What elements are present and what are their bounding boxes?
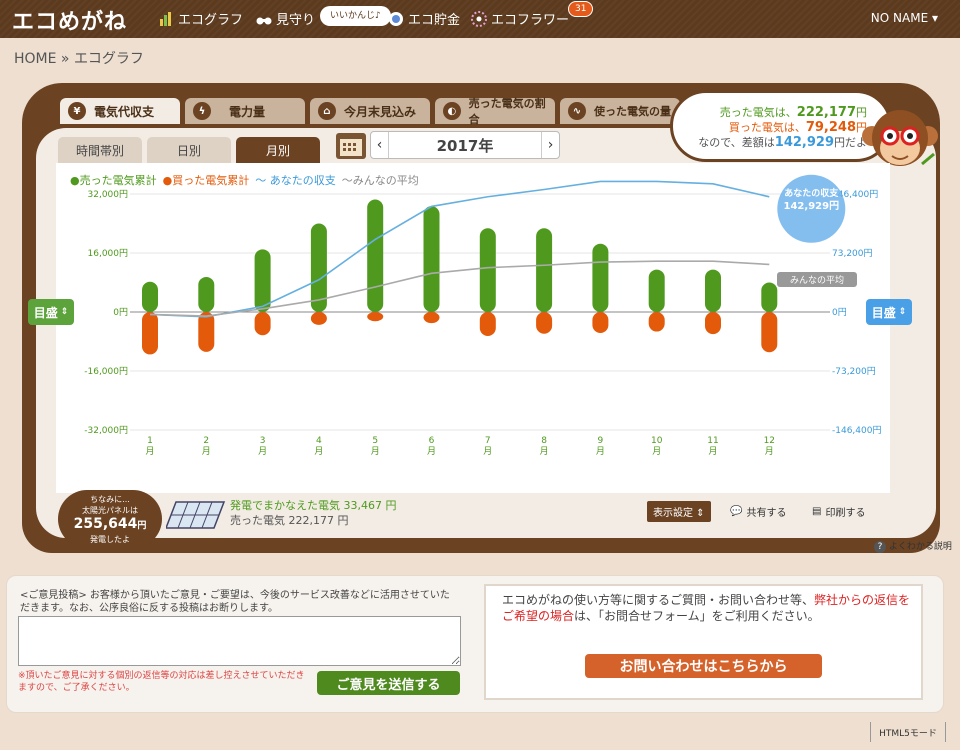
share-button[interactable]: 💬 共有する <box>730 500 786 522</box>
y-right-tick: -146,400円 <box>832 425 881 436</box>
solar-line2: 太陽光パネルは <box>82 506 138 515</box>
bar-bought <box>310 312 327 325</box>
bar-bought <box>423 312 440 324</box>
y-right-tick: 0円 <box>832 307 847 318</box>
print-icon: ▤ <box>812 505 822 517</box>
x-tick-unit: 月 <box>540 446 549 457</box>
x-tick-label: 6 <box>429 436 435 446</box>
x-tick-unit: 月 <box>427 446 436 457</box>
x-tick-label: 4 <box>316 436 322 446</box>
bar-sold <box>142 281 158 312</box>
bar-bought <box>536 312 553 334</box>
help-label: よくわかる説明 <box>888 542 952 552</box>
x-tick-unit: 月 <box>371 446 380 457</box>
x-tick-label: 9 <box>598 436 604 446</box>
bar-bought <box>198 312 215 352</box>
callout-yours-value: 142,929円 <box>784 200 840 212</box>
x-tick-label: 12 <box>764 436 775 446</box>
x-tick-label: 10 <box>651 436 663 446</box>
chat-icon: 💬 <box>730 505 743 517</box>
x-tick-unit: 月 <box>258 446 267 457</box>
x-tick-label: 1 <box>147 436 153 446</box>
feedback-textarea[interactable] <box>18 616 461 666</box>
bar-sold <box>198 276 215 312</box>
help-link[interactable]: ? よくわかる説明 <box>874 539 952 553</box>
x-tick-unit: 月 <box>596 446 605 457</box>
bar-sold <box>761 282 778 312</box>
bar-bought <box>592 312 609 334</box>
feedback-note: ※頂いたご意見に対する個別の返信等の対応は差し控えさせていただきますので、ご了承… <box>18 671 305 693</box>
y-left-tick: 16,000円 <box>88 248 129 259</box>
y-left-tick: -16,000円 <box>84 366 128 377</box>
solar-unit: 円 <box>137 521 147 531</box>
contact-button[interactable]: お問い合わせはこちらから <box>585 654 822 678</box>
callout-yours-label: あなたの収支 <box>784 187 839 199</box>
bar-bought <box>761 312 778 353</box>
x-tick-unit: 月 <box>145 446 154 457</box>
display-settings-button[interactable]: 表示設定 ⇕ <box>647 500 711 522</box>
bar-sold <box>423 206 440 312</box>
bar-bought <box>479 312 496 336</box>
print-label: 印刷する <box>825 507 866 519</box>
y-right-tick: 73,200円 <box>832 248 873 259</box>
scale-label: 目盛 <box>33 305 58 320</box>
bar-bought <box>367 312 384 322</box>
generated-cover-text: 発電でまかなえた電気 33,467 円 <box>230 499 397 512</box>
line-yours <box>149 180 770 318</box>
help-icon: ? <box>874 541 886 553</box>
line-average <box>149 260 770 317</box>
bar-sold <box>254 249 271 312</box>
left-scale-button[interactable]: 目盛 ⇕ <box>28 299 74 325</box>
send-feedback-button[interactable]: ご意見を送信する <box>317 671 460 695</box>
y-left-tick: -32,000円 <box>84 425 128 436</box>
x-tick-label: 3 <box>260 436 266 446</box>
x-tick-label: 5 <box>372 436 378 446</box>
right-scale-button[interactable]: 目盛 ⇕ <box>866 299 912 325</box>
x-tick-label: 2 <box>203 436 209 446</box>
y-right-tick: -73,200円 <box>832 366 876 377</box>
bar-bought <box>705 312 721 335</box>
x-tick-unit: 月 <box>708 446 717 457</box>
solar-panel-icon <box>166 501 226 529</box>
x-tick-label: 11 <box>707 436 718 446</box>
solar-badge: ちなみに... 太陽光パネルは 255,644円 発電したよ <box>58 490 162 548</box>
bar-bought <box>254 312 271 336</box>
x-tick-unit: 月 <box>652 446 661 457</box>
scale-label: 目盛 <box>871 305 896 320</box>
bar-sold <box>479 228 496 312</box>
callout-average-label: みんなの平均 <box>790 274 844 286</box>
x-tick-unit: 月 <box>765 446 774 457</box>
contact-text: エコめがねの使い方等に関するご質問・お問い合わせ等、弊社からの返信をご希望の場合… <box>502 592 912 624</box>
share-label: 共有する <box>746 507 787 519</box>
solar-value: 255,644 <box>73 516 138 532</box>
solar-line1: ちなみに... <box>90 495 130 504</box>
feedback-intro: <ご意見投稿> お客様から頂いたご意見・ご要望は、今後のサービス改善などに活用さ… <box>20 590 450 614</box>
print-button[interactable]: ▤ 印刷する <box>812 500 865 522</box>
display-settings-label: 表示設定 ⇕ <box>647 500 711 522</box>
bar-sold <box>705 269 721 312</box>
x-tick-unit: 月 <box>202 446 211 457</box>
sold-total-text: 売った電気 222,177 円 <box>230 514 349 527</box>
contact-text-2: は、「お問合せフォーム」をご利用ください。 <box>574 609 820 623</box>
bar-sold <box>648 269 665 312</box>
x-tick-unit: 月 <box>483 446 492 457</box>
x-tick-unit: 月 <box>314 446 323 457</box>
bar-bought <box>648 312 665 332</box>
bar-sold <box>592 243 609 312</box>
y-left-tick: 32,000円 <box>88 189 129 200</box>
bar-bought <box>142 312 158 355</box>
bar-sold <box>536 228 553 312</box>
x-tick-label: 7 <box>485 436 491 446</box>
html5-mode-link[interactable]: HTML5モード <box>870 722 946 742</box>
bar-sold <box>367 199 384 312</box>
contact-text-1: エコめがねの使い方等に関するご質問・お問い合わせ等、 <box>502 593 815 607</box>
y-left-tick: 0円 <box>113 307 128 318</box>
x-tick-label: 8 <box>541 436 547 446</box>
solar-line3: 発電したよ <box>90 535 130 544</box>
